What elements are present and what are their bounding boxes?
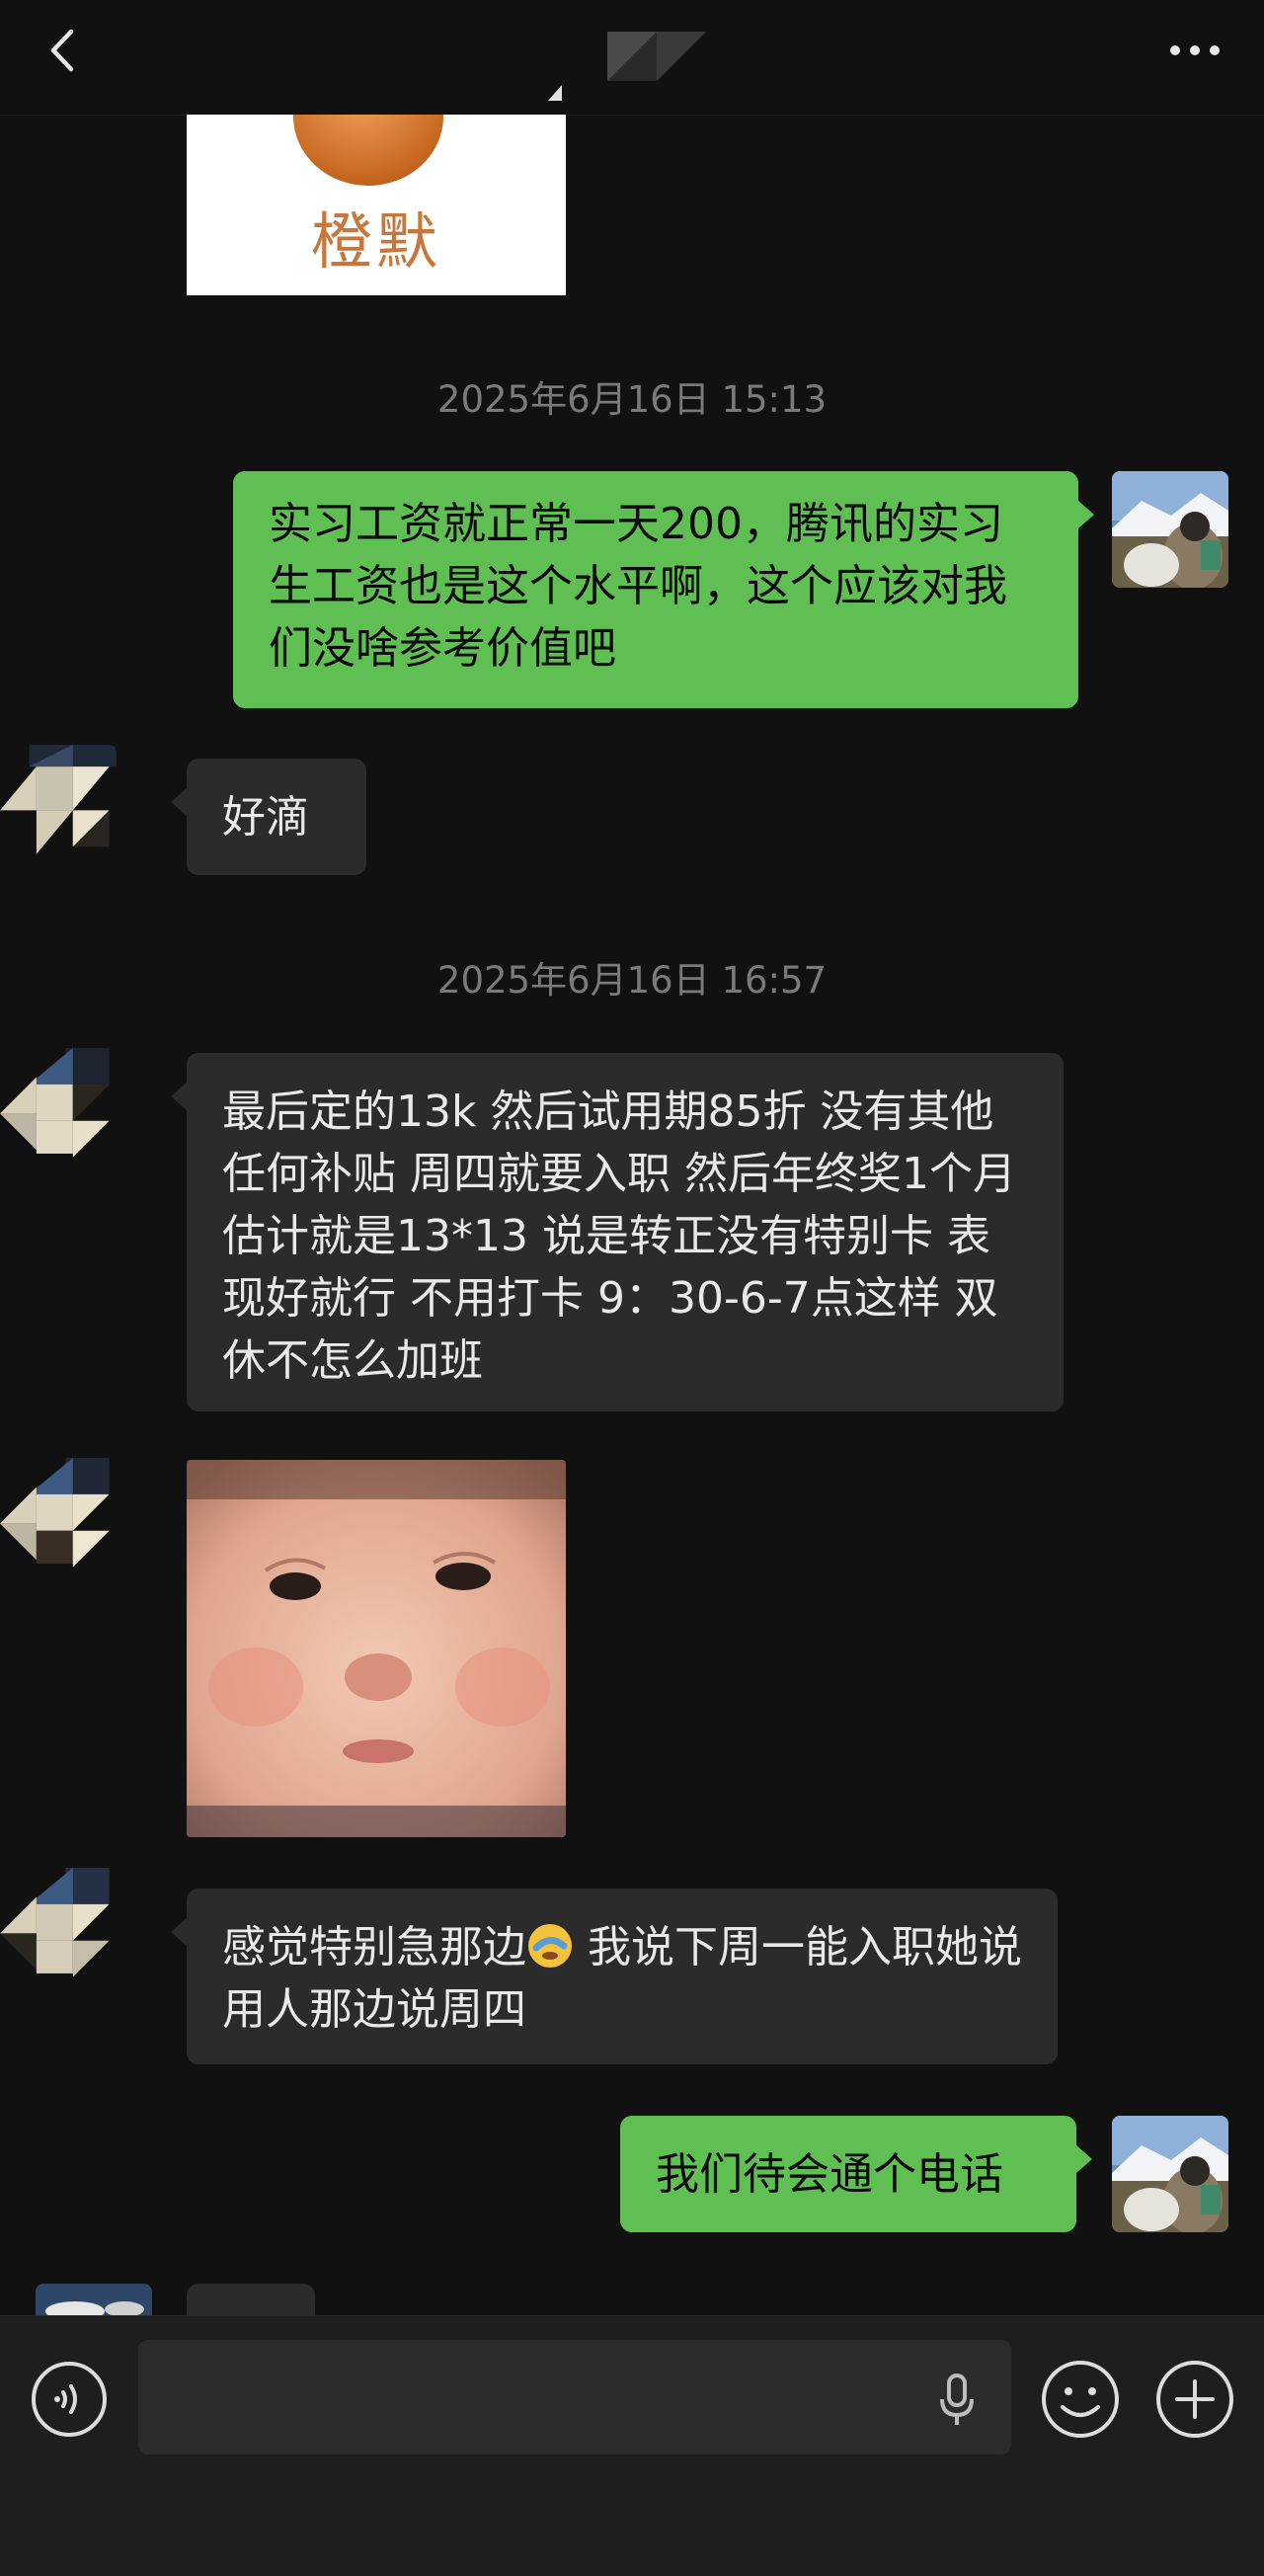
bubble-tail [171, 788, 187, 816]
baby-face-photo[interactable] [187, 1460, 566, 1837]
input-bar [0, 2315, 1264, 2576]
timestamp: 2025年6月16日 16:57 [436, 959, 828, 1002]
bubble-tail [1076, 2145, 1092, 2173]
chat-title-pixelated [548, 32, 706, 101]
my-avatar[interactable] [1112, 2116, 1228, 2232]
bubble-tail [171, 1918, 187, 1946]
plus-icon[interactable] [1153, 2358, 1236, 2441]
contact-avatar-pixelated[interactable] [36, 2284, 152, 2315]
incoming-message[interactable]: 感觉特别急那边 我说下周一能入职她说用人那边说周四 [187, 1889, 1058, 2064]
chat-header [0, 0, 1264, 116]
sticker-image[interactable]: 橙默 [187, 115, 566, 295]
outgoing-message[interactable]: 我们待会通个电话 [620, 2116, 1076, 2232]
voice-icon[interactable] [30, 2360, 109, 2439]
incoming-message[interactable]: 最后定的13k 然后试用期85折 没有其他任何补贴 周四就要入职 然后年终奖1个… [187, 1053, 1064, 1411]
contact-avatar-pixelated[interactable] [0, 745, 117, 861]
more-dots-icon[interactable] [1165, 36, 1224, 65]
message-input[interactable] [138, 2340, 1011, 2455]
chevron-left-icon[interactable] [40, 26, 89, 75]
sticker-caption: 橙默 [310, 205, 441, 278]
microphone-icon[interactable] [932, 2370, 982, 2429]
bubble-tail [1078, 501, 1094, 528]
emoji-icon[interactable] [1039, 2358, 1122, 2441]
contact-avatar-pixelated[interactable] [0, 1458, 117, 1574]
contact-avatar-pixelated[interactable] [0, 1868, 117, 1984]
outgoing-message[interactable]: 实习工资就正常一天200，腾讯的实习生工资也是这个水平啊，这个应该对我们没啥参考… [233, 471, 1078, 708]
incoming-message-partial[interactable] [187, 2284, 315, 2315]
facepalm-emoji-icon [526, 1922, 574, 1970]
my-avatar[interactable] [1112, 471, 1228, 588]
bubble-tail [171, 1083, 187, 1110]
message-list[interactable]: 橙默 2025年6月16日 15:13 实习工资就正常一天200，腾讯的实习生工… [0, 115, 1264, 2315]
contact-avatar-pixelated[interactable] [0, 1048, 117, 1165]
incoming-message[interactable]: 好滴 [187, 759, 366, 875]
timestamp: 2025年6月16日 15:13 [436, 378, 828, 421]
